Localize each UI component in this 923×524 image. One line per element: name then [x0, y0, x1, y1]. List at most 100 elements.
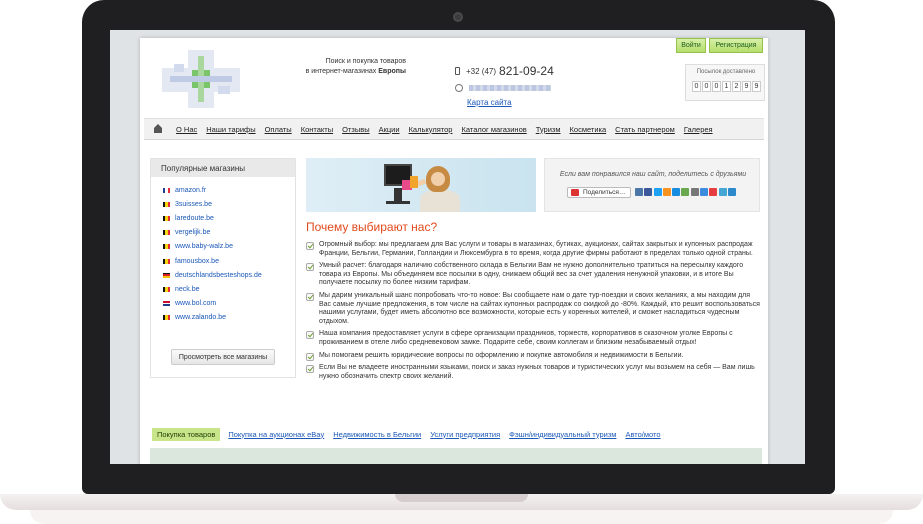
- nav-item-about[interactable]: О Нас: [176, 125, 197, 134]
- counter-digit: 1: [722, 81, 731, 92]
- shop-link[interactable]: amazon.fr: [175, 187, 206, 194]
- nav-item-partner[interactable]: Стать партнером: [615, 125, 675, 134]
- tab-services[interactable]: Услуги предприятия: [430, 430, 500, 439]
- phone-contact: +32 (47) 821-09-24: [455, 64, 554, 78]
- laptop-notch: [395, 494, 528, 502]
- list-item[interactable]: famousbox.be: [163, 254, 295, 268]
- shop-link[interactable]: www.bol.com: [175, 300, 216, 307]
- laptop-shadow: [30, 510, 893, 524]
- tab-auto[interactable]: Авто/мото: [625, 430, 660, 439]
- list-item[interactable]: amazon.fr: [163, 183, 295, 197]
- shop-link[interactable]: laredoute.be: [175, 215, 214, 222]
- list-item: Мы дарим уникальный шанс попробовать что…: [306, 292, 760, 326]
- shop-link[interactable]: www.baby-walz.be: [175, 243, 233, 250]
- shopping-banner-image[interactable]: [306, 158, 536, 212]
- reason-text: Мы дарим уникальный шанс попробовать что…: [319, 291, 760, 325]
- sitemap-link[interactable]: Карта сайта: [467, 98, 512, 107]
- reasons-list: Огромный выбор: мы предлагаем для Вас ус…: [306, 241, 760, 385]
- reason-text: Наша компания предоставляет услуги в сфе…: [319, 330, 733, 346]
- nav-item-tourism[interactable]: Туризм: [536, 125, 561, 134]
- tab-panel: [150, 448, 762, 464]
- counter-digit: 9: [742, 81, 751, 92]
- share-text: Если вам понравился наш сайт, поделитесь…: [559, 171, 747, 178]
- list-item[interactable]: neck.be: [163, 282, 295, 296]
- share-button[interactable]: Поделиться…: [567, 187, 631, 198]
- vk-icon[interactable]: [635, 188, 643, 196]
- checkbox-icon: [306, 331, 314, 340]
- shop-link[interactable]: deutschlandsbesteshops.de: [175, 272, 262, 279]
- tab-goods[interactable]: Покупка товаров: [152, 427, 221, 441]
- monitor-foot: [386, 201, 410, 204]
- odnoklassniki-icon[interactable]: [662, 188, 671, 196]
- why-choose-us-title: Почему выбирают нас?: [306, 220, 438, 234]
- shop-link[interactable]: neck.be: [175, 286, 200, 293]
- site-logo[interactable]: [162, 50, 240, 108]
- list-item[interactable]: vergelijk.be: [163, 226, 295, 240]
- list-item: Наша компания предоставляет услуги в сфе…: [306, 330, 760, 347]
- nav-item-payments[interactable]: Оплаты: [265, 125, 292, 134]
- flag-netherlands-icon: [163, 301, 170, 307]
- tagline-line1: Поиск и покупка товаров: [325, 58, 406, 65]
- list-item: Мы помогаем решить юридические вопросы п…: [306, 352, 760, 361]
- nav-item-promotions[interactable]: Акции: [379, 125, 400, 134]
- counter-digit: 0: [692, 81, 701, 92]
- nav-item-reviews[interactable]: Отзывы: [342, 125, 369, 134]
- checkbox-icon: [306, 263, 314, 272]
- list-item[interactable]: deutschlandsbesteshops.de: [163, 268, 295, 282]
- nav-item-calculator[interactable]: Калькулятор: [409, 125, 453, 134]
- counter-digits: 0 0 0 1 2 9 9: [692, 81, 762, 92]
- list-item[interactable]: www.baby-walz.be: [163, 240, 295, 254]
- mail-icon[interactable]: [672, 188, 681, 196]
- list-item[interactable]: www.bol.com: [163, 297, 295, 311]
- popular-shops-sidebar: Популярные магазины amazon.fr 3suisses.b…: [150, 158, 296, 378]
- monitor-stand: [394, 188, 402, 202]
- checkbox-icon: [306, 352, 314, 361]
- illustration-woman-body: [420, 190, 460, 212]
- phone-number: 821-09-24: [499, 64, 554, 78]
- list-item[interactable]: 3suisses.be: [163, 197, 295, 211]
- counter-label: Посылок доставлено: [696, 69, 756, 75]
- register-button[interactable]: Регистрация: [709, 38, 763, 53]
- phone-icon: [455, 67, 460, 75]
- counter-digit: 0: [702, 81, 711, 92]
- liveinternet-icon[interactable]: [700, 188, 709, 196]
- skype-name-blurred[interactable]: [469, 85, 551, 91]
- category-tabs: Покупка товаров Покупка на аукционах eBa…: [152, 426, 670, 442]
- bookmark-icon[interactable]: [681, 188, 690, 196]
- view-all-shops-button[interactable]: Просмотреть все магазины: [171, 349, 275, 365]
- list-item[interactable]: laredoute.be: [163, 211, 295, 225]
- parcels-counter: Посылок доставлено 0 0 0 1 2 9 9: [685, 64, 765, 101]
- nav-item-contacts[interactable]: Контакты: [301, 125, 333, 134]
- reason-text: Если Вы не владеете иностранными языками…: [319, 364, 755, 380]
- shop-link[interactable]: famousbox.be: [175, 258, 219, 265]
- friendfeed-icon[interactable]: [718, 188, 727, 196]
- nav-item-cosmetics[interactable]: Косметика: [570, 125, 607, 134]
- shop-link[interactable]: vergelijk.be: [175, 229, 210, 236]
- nav-item-gallery[interactable]: Галерея: [684, 125, 713, 134]
- list-item[interactable]: www.zalando.be: [163, 311, 295, 325]
- blogger-icon[interactable]: [709, 188, 718, 196]
- moikrug-icon[interactable]: [727, 188, 736, 196]
- reason-text: Умный расчет: благодаря наличию собствен…: [319, 262, 744, 287]
- flag-belgium-icon: [163, 315, 170, 321]
- tab-tourism[interactable]: Фэшн/индивидуальный туризм: [509, 430, 616, 439]
- list-item: Если Вы не владеете иностранными языками…: [306, 364, 760, 381]
- shop-link[interactable]: 3suisses.be: [175, 201, 212, 208]
- nav-item-tariffs[interactable]: Наши тарифы: [206, 125, 255, 134]
- sidebar-title: Популярные магазины: [151, 159, 295, 177]
- facebook-icon[interactable]: [644, 188, 653, 196]
- tab-ebay[interactable]: Покупка на аукционах eBay: [228, 430, 324, 439]
- checkbox-icon: [306, 242, 314, 250]
- checkbox-icon: [306, 292, 314, 301]
- shop-link[interactable]: www.zalando.be: [175, 314, 226, 321]
- login-button[interactable]: Войти: [676, 38, 706, 53]
- nav-item-catalog[interactable]: Каталог магазинов: [461, 125, 526, 134]
- home-icon[interactable]: [154, 124, 162, 133]
- shop-list: amazon.fr 3suisses.be laredoute.be verge…: [151, 177, 295, 325]
- tab-real-estate[interactable]: Недвижимость в Бельгии: [333, 430, 421, 439]
- flag-belgium-icon: [163, 201, 170, 207]
- twitter-icon[interactable]: [653, 188, 662, 196]
- counter-digit: 2: [732, 81, 741, 92]
- livejournal-icon[interactable]: [690, 188, 699, 196]
- site-tagline: Поиск и покупка товаров в интернет-магаз…: [280, 57, 406, 77]
